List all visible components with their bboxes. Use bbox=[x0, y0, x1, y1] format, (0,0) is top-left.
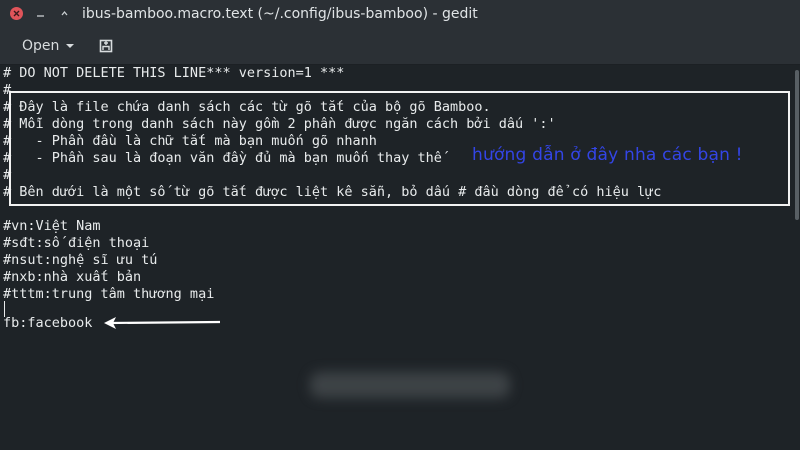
open-button-label: Open bbox=[22, 38, 60, 54]
open-button[interactable]: Open bbox=[14, 34, 83, 58]
arrow-left-icon bbox=[104, 317, 221, 329]
editor-line: #sđt:số điện thoại bbox=[3, 235, 150, 251]
window-title: ibus-bamboo.macro.text (~/.config/ibus-b… bbox=[82, 6, 478, 22]
close-window-button[interactable] bbox=[10, 7, 23, 20]
editor-line: #nsut:nghệ sĩ ưu tú bbox=[3, 252, 158, 268]
text-cursor bbox=[4, 301, 5, 317]
header-toolbar: Open bbox=[0, 28, 800, 65]
annotation-text: hướng dẫn ở đây nha các bạn ! bbox=[472, 145, 743, 165]
editor-line: #nxb:nhà xuất bản bbox=[3, 269, 142, 285]
chevron-down-icon bbox=[66, 44, 75, 48]
blurred-watermark bbox=[310, 372, 510, 398]
new-document-button[interactable] bbox=[96, 36, 116, 56]
minimize-icon bbox=[37, 15, 44, 17]
close-icon bbox=[13, 10, 20, 17]
scrollbar-thumb[interactable] bbox=[795, 70, 799, 220]
maximize-icon bbox=[61, 10, 68, 16]
editor-line: #tttm:trung tâm thương mại bbox=[3, 286, 215, 302]
editor-line: fb:facebook bbox=[3, 315, 93, 331]
new-document-icon bbox=[99, 39, 113, 53]
editor-line: # DO NOT DELETE THIS LINE*** version=1 *… bbox=[3, 65, 345, 81]
maximize-window-button[interactable] bbox=[58, 7, 71, 20]
editor-line: #vn:Việt Nam bbox=[3, 218, 101, 234]
title-bar: ibus-bamboo.macro.text (~/.config/ibus-b… bbox=[0, 0, 800, 28]
minimize-window-button[interactable] bbox=[34, 7, 47, 20]
